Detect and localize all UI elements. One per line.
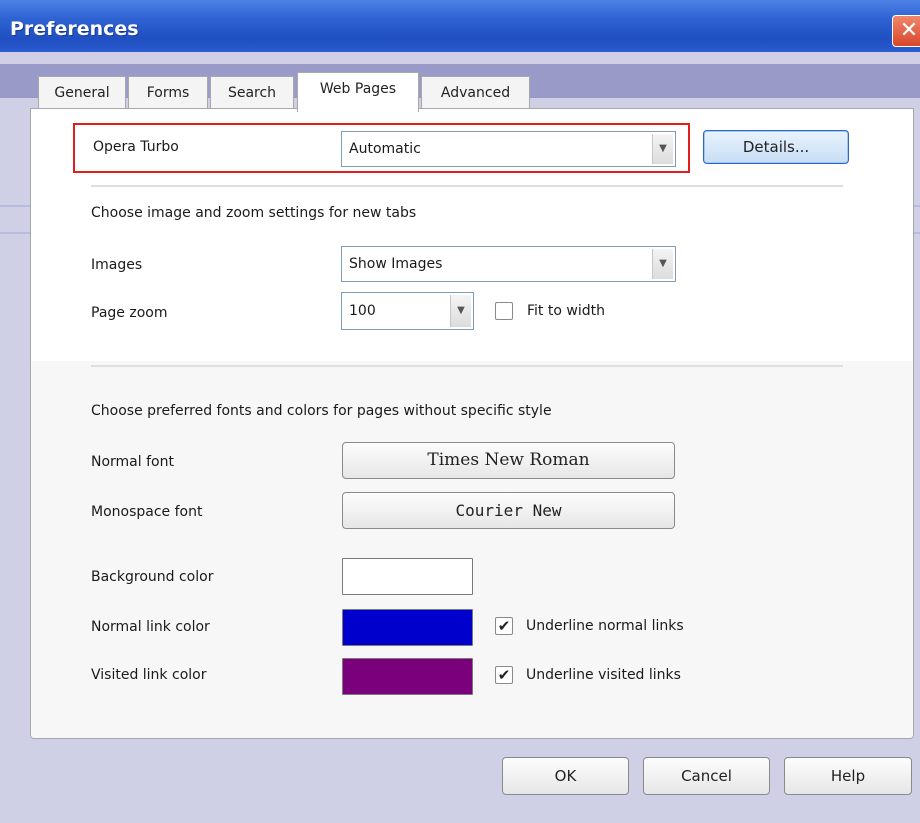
- page-zoom-label: Page zoom: [91, 305, 168, 321]
- normal-link-color-swatch[interactable]: [342, 609, 473, 646]
- underline-normal-links-label[interactable]: Underline normal links: [526, 618, 684, 634]
- visited-link-color-label: Visited link color: [91, 667, 207, 683]
- opera-turbo-label: Opera Turbo: [93, 139, 179, 155]
- background-color-label: Background color: [91, 569, 214, 585]
- fonts-colors-heading: Choose preferred fonts and colors for pa…: [91, 403, 552, 419]
- help-button-label: Help: [830, 767, 866, 785]
- tab-label: Forms: [146, 85, 190, 101]
- details-button-label: Details...: [742, 138, 810, 156]
- tab-panel-web-pages: Opera Turbo Automatic ▼ Details... Choos…: [30, 108, 914, 739]
- monospace-font-label: Monospace font: [91, 504, 203, 520]
- normal-link-color-label: Normal link color: [91, 619, 210, 635]
- underline-visited-links-label[interactable]: Underline visited links: [526, 667, 681, 683]
- separator: [91, 365, 843, 367]
- ok-button-label: OK: [554, 767, 577, 785]
- ok-button[interactable]: OK: [502, 757, 629, 795]
- images-label: Images: [91, 257, 143, 273]
- tab-web-pages[interactable]: Web Pages: [297, 72, 419, 112]
- tab-advanced[interactable]: Advanced: [421, 76, 530, 110]
- monospace-font-button[interactable]: Courier New: [342, 492, 675, 529]
- check-icon: ✔: [497, 666, 511, 684]
- opera-turbo-value: Automatic: [349, 141, 421, 157]
- tab-label: General: [54, 85, 110, 101]
- chevron-down-icon[interactable]: ▼: [652, 134, 673, 164]
- tab-forms[interactable]: Forms: [128, 76, 208, 110]
- normal-font-label: Normal font: [91, 454, 174, 470]
- help-button[interactable]: Help: [784, 757, 912, 795]
- cancel-button[interactable]: Cancel: [643, 757, 770, 795]
- opera-turbo-dropdown[interactable]: Automatic ▼: [341, 131, 676, 167]
- normal-font-value: Times New Roman: [427, 450, 590, 470]
- background-color-swatch[interactable]: [342, 558, 473, 595]
- details-button[interactable]: Details...: [703, 130, 849, 164]
- page-zoom-value: 100: [349, 303, 376, 319]
- window-title: Preferences: [10, 18, 139, 40]
- check-icon: ✔: [497, 617, 511, 635]
- tab-label: Search: [227, 85, 277, 101]
- tab-label: Web Pages: [319, 81, 397, 97]
- separator: [91, 185, 843, 187]
- image-zoom-heading: Choose image and zoom settings for new t…: [91, 205, 417, 221]
- page-zoom-dropdown[interactable]: 100 ▼: [341, 292, 474, 330]
- underline-normal-links-checkbox[interactable]: ✔: [495, 617, 513, 635]
- chevron-down-icon[interactable]: ▼: [450, 295, 471, 327]
- chevron-down-icon[interactable]: ▼: [652, 249, 673, 279]
- monospace-font-value: Courier New: [455, 501, 562, 520]
- fit-to-width-label[interactable]: Fit to width: [527, 303, 605, 319]
- tab-label: Advanced: [440, 85, 511, 101]
- close-icon: ✕: [899, 18, 919, 43]
- tab-search[interactable]: Search: [210, 76, 294, 110]
- visited-link-color-swatch[interactable]: [342, 658, 473, 695]
- normal-font-button[interactable]: Times New Roman: [342, 442, 675, 479]
- tab-general[interactable]: General: [38, 76, 126, 110]
- cancel-button-label: Cancel: [681, 767, 732, 785]
- images-value: Show Images: [349, 256, 443, 272]
- close-button[interactable]: ✕: [892, 15, 920, 47]
- underline-visited-links-checkbox[interactable]: ✔: [495, 666, 513, 684]
- images-dropdown[interactable]: Show Images ▼: [341, 246, 676, 282]
- fit-to-width-checkbox[interactable]: [495, 302, 513, 320]
